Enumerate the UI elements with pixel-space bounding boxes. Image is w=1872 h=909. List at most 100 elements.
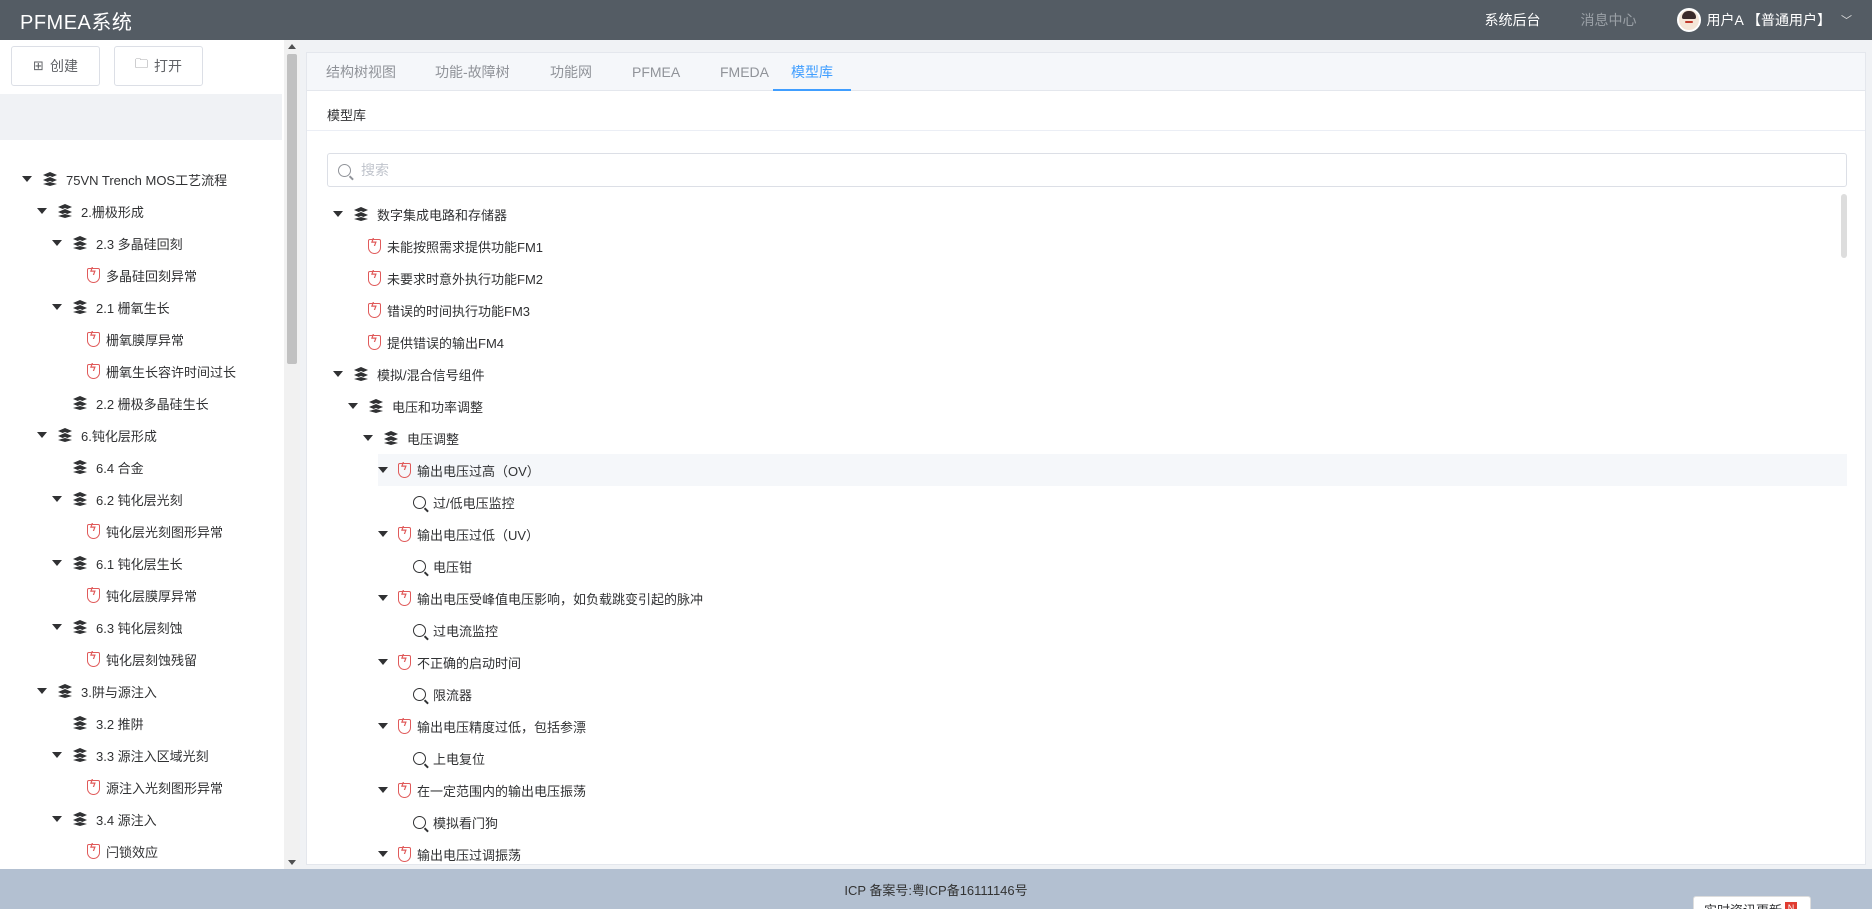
caret-spacer[interactable] (67, 528, 77, 534)
tree-node[interactable]: 3.2 推阱 (52, 707, 144, 739)
tree-node[interactable]: 限流器 (393, 678, 472, 710)
tree-node[interactable]: 模拟看门狗 (393, 806, 498, 838)
tree-node[interactable]: 2.3 多晶硅回刻 (52, 227, 183, 259)
caret-down-icon[interactable] (52, 752, 62, 758)
create-button[interactable]: ⊞ 创建 (11, 46, 100, 86)
scroll-thumb[interactable] (287, 54, 297, 364)
tree-node[interactable]: 电压钳 (393, 550, 472, 582)
tree-node[interactable]: 上电复位 (393, 742, 485, 774)
caret-down-icon[interactable] (52, 624, 62, 630)
caret-spacer[interactable] (67, 336, 77, 342)
caret-down-icon[interactable] (378, 595, 388, 601)
caret-spacer[interactable] (67, 368, 77, 374)
caret-spacer[interactable] (393, 563, 403, 569)
left-scrollbar[interactable] (284, 40, 300, 869)
search-box[interactable] (327, 153, 1847, 187)
caret-down-icon[interactable] (37, 688, 47, 694)
caret-spacer[interactable] (348, 243, 358, 249)
tree-node[interactable]: 钝化层光刻图形异常 (67, 515, 223, 547)
tree-node[interactable]: 未能按照需求提供功能FM1 (348, 230, 543, 262)
tree-node[interactable]: 多晶硅回刻异常 (67, 259, 197, 291)
caret-spacer[interactable] (67, 592, 77, 598)
tree-node[interactable]: 在一定范围内的输出电压振荡 (378, 774, 586, 806)
tree-node[interactable]: 错误的时间执行功能FM3 (348, 294, 530, 326)
caret-spacer[interactable] (393, 627, 403, 633)
tree-node[interactable]: 3.4 源注入 (52, 803, 157, 835)
caret-down-icon[interactable] (378, 787, 388, 793)
open-button[interactable]: 🗀 打开 (114, 46, 203, 86)
tree-node[interactable]: 6.2 钝化层光刻 (52, 483, 183, 515)
tab-2[interactable]: 功能网 (550, 53, 592, 91)
tree-node[interactable]: 不正确的启动时间 (378, 646, 521, 678)
tree-node[interactable]: 2.1 栅氧生长 (52, 291, 170, 323)
caret-spacer[interactable] (348, 339, 358, 345)
caret-spacer[interactable] (67, 656, 77, 662)
tree-node[interactable]: 钝化层膜厚异常 (67, 579, 197, 611)
caret-down-icon[interactable] (378, 851, 388, 857)
caret-spacer[interactable] (67, 272, 77, 278)
tree-node[interactable]: 数字集成电路和存储器 (333, 198, 507, 230)
caret-spacer[interactable] (52, 720, 62, 726)
caret-down-icon[interactable] (363, 435, 373, 441)
caret-down-icon[interactable] (52, 304, 62, 310)
tree-node[interactable]: 栅氧膜厚异常 (67, 323, 184, 355)
tree-node[interactable]: 2.2 栅极多晶硅生长 (52, 387, 209, 419)
tree-node[interactable]: 6.4 合金 (52, 451, 144, 483)
caret-spacer[interactable] (348, 307, 358, 313)
caret-down-icon[interactable] (378, 531, 388, 537)
scroll-up-arrow-icon[interactable] (288, 44, 296, 49)
scroll-down-arrow-icon[interactable] (288, 860, 296, 865)
nav-admin-link[interactable]: 系统后台 (1485, 10, 1541, 30)
tree-node[interactable]: 6.钝化层形成 (37, 419, 157, 451)
tree-node[interactable]: 电压调整 (363, 422, 459, 454)
caret-spacer[interactable] (393, 499, 403, 505)
caret-spacer[interactable] (67, 848, 77, 854)
caret-down-icon[interactable] (52, 496, 62, 502)
user-menu[interactable]: 用户A 【普通用户】 ﹀ (1676, 8, 1852, 32)
tree-node[interactable]: 栅氧生长容许时间过长 (67, 355, 236, 387)
model-tree-scroll-thumb[interactable] (1841, 194, 1847, 258)
caret-down-icon[interactable] (52, 240, 62, 246)
tree-node[interactable]: 闩锁效应 (67, 835, 158, 867)
tree-node[interactable]: 未要求时意外执行功能FM2 (348, 262, 543, 294)
caret-down-icon[interactable] (333, 371, 343, 377)
tree-node[interactable]: 输出电压过低（UV） (378, 518, 539, 550)
tab-3[interactable]: PFMEA (632, 53, 680, 91)
tree-node[interactable]: 输出电压精度过低，包括参漂 (378, 710, 586, 742)
tab-0[interactable]: 结构树视图 (326, 53, 396, 91)
nav-messages-link[interactable]: 消息中心 (1581, 10, 1637, 30)
caret-down-icon[interactable] (378, 659, 388, 665)
tree-node[interactable]: 2.栅极形成 (37, 195, 144, 227)
caret-down-icon[interactable] (378, 723, 388, 729)
caret-down-icon[interactable] (333, 211, 343, 217)
caret-down-icon[interactable] (37, 208, 47, 214)
caret-down-icon[interactable] (52, 560, 62, 566)
tree-node[interactable]: 电压和功率调整 (348, 390, 483, 422)
search-input[interactable] (361, 162, 1846, 178)
tree-node[interactable]: 输出电压过调振荡 (378, 838, 521, 866)
tree-node[interactable]: 过电流监控 (393, 614, 498, 646)
tree-node[interactable]: 输出电压受峰值电压影响，如负载跳变引起的脉冲 (378, 582, 703, 614)
tree-node[interactable]: 6.1 钝化层生长 (52, 547, 183, 579)
caret-down-icon[interactable] (378, 467, 388, 473)
caret-down-icon[interactable] (52, 816, 62, 822)
tree-node[interactable]: 模拟/混合信号组件 (333, 358, 485, 390)
caret-down-icon[interactable] (37, 432, 47, 438)
tab-5[interactable]: 模型库 (773, 53, 851, 91)
tree-node[interactable]: 3.3 源注入区域光刻 (52, 739, 209, 771)
caret-spacer[interactable] (67, 784, 77, 790)
tab-4[interactable]: FMEDA (720, 53, 769, 91)
caret-spacer[interactable] (393, 691, 403, 697)
caret-spacer[interactable] (393, 819, 403, 825)
tree-node[interactable]: 过/低电压监控 (393, 486, 515, 518)
tree-node[interactable]: 3.阱与源注入 (37, 675, 157, 707)
caret-spacer[interactable] (52, 464, 62, 470)
caret-down-icon[interactable] (22, 176, 32, 182)
caret-spacer[interactable] (52, 400, 62, 406)
news-update-button[interactable]: 实时资讯更新 N (1693, 896, 1811, 909)
tree-node[interactable]: 75VN Trench MOS工艺流程 (22, 163, 227, 195)
tree-node[interactable]: 输出电压过高（OV） (378, 454, 1847, 486)
tree-node[interactable]: 钝化层刻蚀残留 (67, 643, 197, 675)
caret-down-icon[interactable] (348, 403, 358, 409)
tree-node[interactable]: 6.3 钝化层刻蚀 (52, 611, 183, 643)
